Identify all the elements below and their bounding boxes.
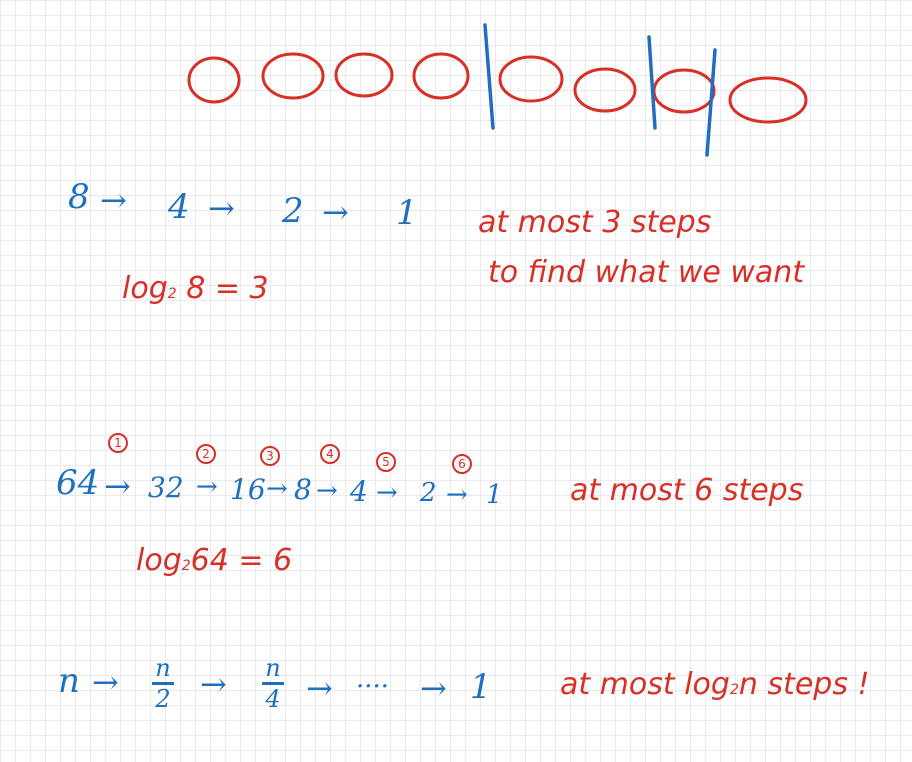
row1-term: 4: [168, 187, 190, 227]
row1-term: 8: [68, 177, 90, 217]
row1-arrow: →: [208, 189, 235, 227]
row2-term: 2: [420, 478, 437, 508]
row2-arrow: →: [316, 476, 338, 506]
row3-note: at most log2n steps !: [560, 667, 870, 702]
array-element: [261, 52, 325, 100]
row2-term: 8: [294, 473, 312, 506]
row2-arrow: →: [266, 474, 288, 504]
array-element: [573, 67, 637, 113]
array-element: [334, 52, 394, 98]
row2-arrow: →: [196, 472, 218, 502]
row2-arrow: →: [376, 478, 398, 508]
row1-note-line2: to find what we want: [488, 255, 805, 290]
row2-log-formula: log264 = 6: [136, 543, 293, 578]
divider-line: [647, 35, 657, 130]
array-element: [498, 55, 564, 103]
array-element: [187, 56, 241, 104]
row3-arrow: →: [92, 663, 119, 701]
step-marker: 2: [196, 444, 216, 464]
step-marker: 4: [320, 444, 340, 464]
row2-term: 64: [56, 463, 100, 503]
row2-arrow: →: [104, 467, 131, 505]
row1-term: 1: [396, 193, 418, 233]
row3-arrow: →: [420, 669, 447, 707]
row3-end: 1: [470, 667, 492, 707]
step-marker: 5: [376, 452, 396, 472]
row3-dots: ····: [356, 672, 390, 702]
row2-term: 1: [486, 480, 503, 510]
whiteboard-canvas: 8 → 4 → 2 → 1 at most 3 steps to find wh…: [0, 0, 912, 762]
row1-log-formula: log2 8 = 3: [122, 271, 269, 306]
row2-arrow: →: [446, 480, 468, 510]
row2-note: at most 6 steps: [570, 473, 804, 508]
row1-note-line1: at most 3 steps: [478, 205, 712, 240]
row3-arrow: →: [306, 669, 333, 707]
row2-term: 16: [230, 473, 266, 506]
array-drawing: [187, 23, 808, 157]
row3-arrow: →: [200, 665, 227, 703]
divider-line: [483, 23, 495, 130]
row2-term: 4: [350, 475, 368, 508]
array-element: [652, 68, 716, 114]
row3-fraction-quarter: n 4: [262, 656, 284, 711]
row3-start: n: [58, 661, 80, 701]
row2-term: 32: [148, 471, 184, 504]
array-element: [728, 76, 808, 124]
array-element: [412, 52, 470, 100]
row1-arrow: →: [322, 193, 349, 231]
row1-arrow: →: [100, 181, 127, 219]
step-marker: 3: [260, 446, 280, 466]
row3-fraction-half: n 2: [152, 656, 174, 711]
step-marker: 1: [108, 433, 128, 453]
step-marker: 6: [452, 454, 472, 474]
row1-term: 2: [282, 191, 304, 231]
